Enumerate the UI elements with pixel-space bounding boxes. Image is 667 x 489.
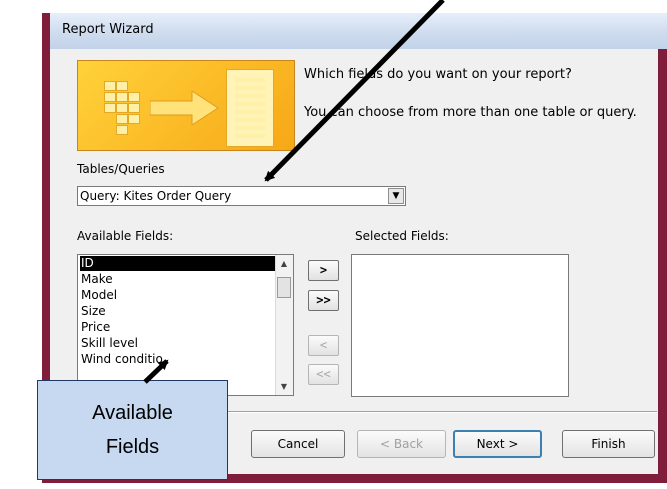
available-fields-scrollbar[interactable]: ▲ ▼: [275, 255, 293, 395]
available-field-item[interactable]: Make: [80, 272, 277, 287]
right-arrow-icon: [150, 91, 219, 125]
available-field-item[interactable]: Model: [80, 288, 277, 303]
scroll-down-icon[interactable]: ▼: [276, 379, 292, 394]
remove-field-button[interactable]: <: [308, 335, 339, 356]
tables-queries-value: Query: Kites Order Query: [80, 189, 232, 203]
next-button[interactable]: Next >: [453, 430, 542, 458]
add-all-fields-button[interactable]: >>: [308, 290, 339, 311]
remove-all-fields-button[interactable]: <<: [308, 364, 339, 385]
available-fields-label: Available Fields:: [77, 229, 174, 243]
tables-queries-label: Tables/Queries: [77, 162, 165, 176]
available-field-item[interactable]: Size: [80, 304, 277, 319]
report-page-icon: [226, 69, 274, 147]
scroll-up-icon[interactable]: ▲: [276, 256, 292, 271]
available-fields-list[interactable]: ID Make Model Size Price Skill level Win…: [77, 254, 294, 396]
report-wizard-illustration: [77, 60, 295, 151]
available-field-item[interactable]: Wind conditio: [80, 352, 277, 367]
tables-prompt: You can choose from more than one table …: [304, 105, 637, 120]
finish-button[interactable]: Finish: [562, 430, 655, 458]
callout-line-1: Available: [92, 402, 173, 424]
callout-line-2: Fields: [105, 436, 160, 458]
dropdown-arrow-icon[interactable]: ▼: [388, 188, 404, 204]
tables-queries-dropdown[interactable]: Query: Kites Order Query ▼: [77, 186, 406, 206]
selected-fields-list[interactable]: [351, 254, 569, 397]
available-field-item[interactable]: Price: [80, 320, 277, 335]
available-field-item[interactable]: ID: [80, 256, 277, 271]
back-button[interactable]: < Back: [357, 430, 446, 458]
cancel-button[interactable]: Cancel: [251, 430, 345, 458]
fields-prompt: Which fields do you want on your report?: [304, 67, 572, 82]
add-field-button[interactable]: >: [308, 260, 339, 281]
available-fields-callout: Available Fields: [37, 380, 228, 480]
selected-fields-label: Selected Fields:: [355, 229, 449, 243]
available-field-item[interactable]: Skill level: [80, 336, 277, 351]
scrollbar-thumb[interactable]: [277, 277, 291, 298]
dialog-title: Report Wizard: [62, 22, 154, 37]
